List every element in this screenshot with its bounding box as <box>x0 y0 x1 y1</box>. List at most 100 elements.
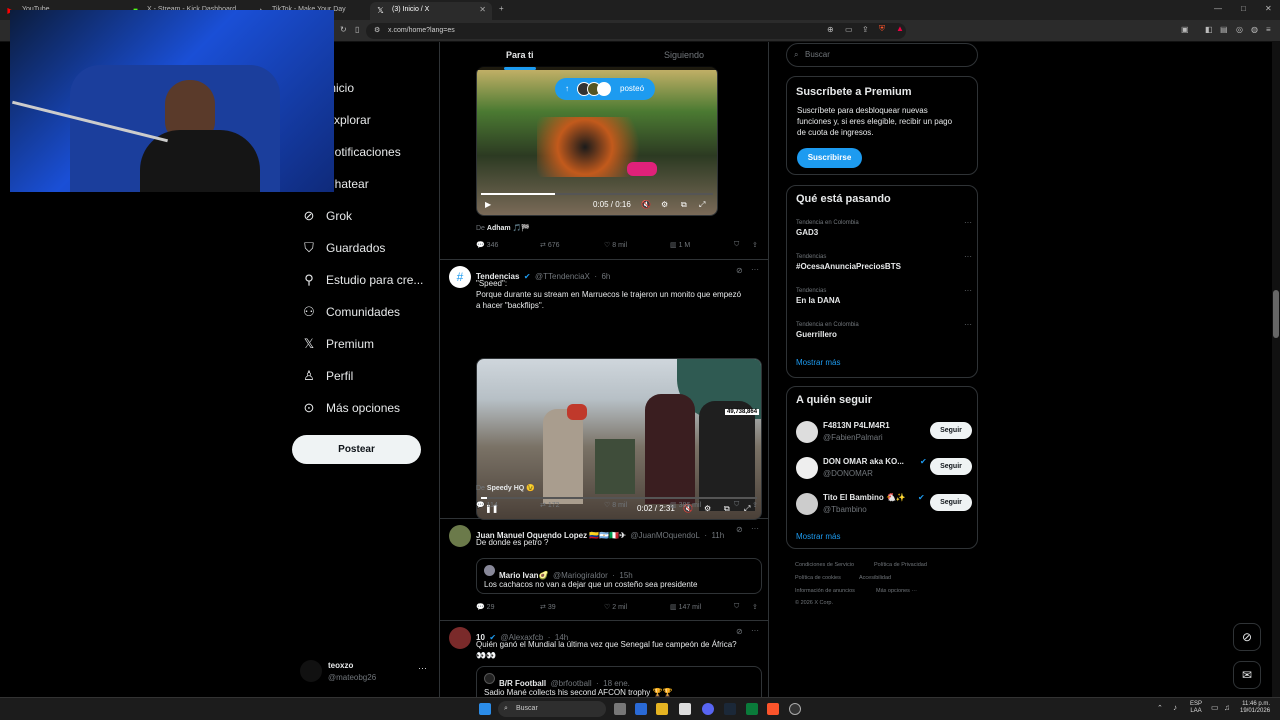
trend-item[interactable]: Tendencias #OcesaAnunciaPreciosBTS ··· <box>796 252 972 271</box>
file-explorer-icon[interactable] <box>656 703 668 715</box>
post-button[interactable]: Postear <box>292 435 421 464</box>
windows-start-icon[interactable] <box>479 703 491 715</box>
new-tab-icon[interactable]: + <box>499 4 504 13</box>
views-button[interactable]: ▥ 147 mil <box>670 603 701 611</box>
footer-link[interactable]: Política de Privacidad <box>874 562 927 568</box>
share-icon[interactable]: ⇪ <box>752 241 758 249</box>
nav-item-grok[interactable]: ⊘ Grok <box>300 206 352 226</box>
avatar[interactable]: # <box>449 266 471 288</box>
views-button[interactable]: ▥ 1 M <box>670 241 690 249</box>
brave-icon[interactable] <box>767 703 779 715</box>
brave-rewards-icon[interactable]: ▲ <box>896 24 904 33</box>
tray-chevron-icon[interactable]: ⌃ <box>1157 704 1163 712</box>
nav-item-profile[interactable]: ♙ Perfil <box>300 366 353 386</box>
tweet[interactable]: # Tendencias ✔ @TTendenciaX · 6h ⊘ ··· "… <box>440 260 768 520</box>
messages-float-button[interactable]: ✉ <box>1233 661 1261 689</box>
footer-link[interactable]: Condiciones de Servicio <box>795 562 854 568</box>
maximize-icon[interactable]: □ <box>1241 4 1246 13</box>
profile-icon[interactable]: ◍ <box>1251 25 1258 34</box>
mute-icon[interactable]: 🔇 <box>641 200 651 209</box>
mic-icon[interactable]: ♪ <box>1173 703 1177 712</box>
close-window-icon[interactable]: ✕ <box>1265 4 1272 13</box>
tweet-video[interactable]: 49,738,864 ❚❚ 0:02 / 2:31 🔇 ⚙ ⧉ ⤢ <box>476 358 762 520</box>
zoom-icon[interactable]: ⊕ <box>827 25 834 34</box>
site-info-icon[interactable]: ⚙ <box>374 23 380 39</box>
like-button[interactable]: ♡ 8 mil <box>604 241 627 249</box>
more-dots-icon[interactable]: ··· <box>751 265 759 274</box>
menu-icon[interactable]: ≡ <box>1266 25 1271 34</box>
new-posts-pill[interactable]: ↑ posteó <box>555 78 655 100</box>
grok-icon[interactable]: ⊘ <box>736 627 743 636</box>
follow-button[interactable]: Seguir <box>930 458 972 475</box>
bookmark-icon[interactable]: ⛉ <box>734 603 739 611</box>
bookmark-page-icon[interactable]: ▯ <box>355 25 359 34</box>
grok-icon[interactable]: ⊘ <box>736 266 743 275</box>
bookmark-icon[interactable]: ⛉ <box>734 241 739 249</box>
store-icon[interactable] <box>679 703 691 715</box>
reply-button[interactable]: 💬 114 <box>476 501 498 509</box>
cast-icon[interactable]: ▭ <box>845 25 853 34</box>
browser-tab-x-active[interactable]: 𝕏 (3) Inicio / X ✕ <box>370 2 492 20</box>
more-dots-icon[interactable]: ··· <box>964 218 972 227</box>
scrollbar-thumb[interactable] <box>1273 290 1279 338</box>
tweet[interactable]: 10 ✔ @Alexaxfcb · 14h ⊘ ··· Quién ganó e… <box>440 621 768 697</box>
footer-link[interactable]: Información de anuncios <box>795 588 855 594</box>
follow-suggestion[interactable]: Tito El Bambino 🐔✨ ✔ @Tbambino Seguir <box>796 491 972 519</box>
volume-icon[interactable]: ♫ <box>1224 703 1230 712</box>
views-button[interactable]: ▥ 386 mil <box>670 501 701 509</box>
reload-icon[interactable]: ↻ <box>340 25 347 34</box>
close-tab-icon[interactable]: ✕ <box>479 2 486 18</box>
nav-item-creator-studio[interactable]: ⚲ Estudio para cre... <box>300 270 423 290</box>
task-view-icon[interactable] <box>614 703 626 715</box>
follow-suggestion[interactable]: DON OMAR aka KO... ✔ @DONOMAR Seguir <box>796 455 972 483</box>
avatar[interactable] <box>449 525 471 547</box>
grok-float-button[interactable]: ⊘ <box>1233 623 1261 651</box>
nav-item-premium[interactable]: 𝕏 Premium <box>300 334 374 354</box>
fullscreen-icon[interactable]: ⤢ <box>699 200 705 210</box>
follow-suggestion[interactable]: F4813N P4LM4R1 @FabienPalmari Seguir <box>796 419 972 447</box>
quoted-tweet[interactable]: Mario Ivan🥑 @Mariogiraldor · 15h Los cac… <box>476 558 762 594</box>
more-dots-icon[interactable]: ··· <box>964 286 972 295</box>
account-switcher[interactable]: teoxzo @mateobg26 ··· <box>300 658 430 688</box>
obs-icon[interactable] <box>789 703 801 715</box>
show-more-follow[interactable]: Mostrar más <box>796 532 840 541</box>
reply-button[interactable]: 💬 29 <box>476 603 494 611</box>
steam-icon[interactable] <box>724 703 736 715</box>
show-more-trends[interactable]: Mostrar más <box>796 358 840 367</box>
discord-icon[interactable] <box>702 703 714 715</box>
footer-link[interactable]: Accesibilidad <box>859 575 891 581</box>
like-button[interactable]: ♡ 8 mil <box>604 501 627 509</box>
follow-button[interactable]: Seguir <box>930 494 972 511</box>
tab-for-you[interactable]: Para ti <box>506 50 534 60</box>
sidebar-toggle-icon[interactable]: ◧ <box>1205 25 1213 34</box>
share-icon[interactable]: ⇪ <box>752 501 758 509</box>
retweet-button[interactable]: ⇄ 676 <box>540 241 560 249</box>
like-button[interactable]: ♡ 2 mil <box>604 603 627 611</box>
vpn-icon[interactable]: ◎ <box>1236 25 1243 34</box>
video-source[interactable]: De Adham 🎵🏁 <box>476 224 530 232</box>
tweet[interactable]: Juan Manuel Oquendo Lopez 🇨🇴🇦🇷🇮🇹✈ @JuanM… <box>440 519 768 621</box>
video-progress[interactable] <box>481 193 713 195</box>
grok-icon[interactable]: ⊘ <box>736 525 743 534</box>
url-field[interactable]: ⚙ x.com/home?lang=es <box>366 23 906 39</box>
clock[interactable]: 11:46 p.m. 19/01/2026 <box>1240 701 1270 715</box>
trend-item[interactable]: Tendencia en Colombia GAD3 ··· <box>796 218 972 237</box>
pip-icon[interactable]: ⧉ <box>681 200 687 210</box>
search-input[interactable]: ⌕ Buscar <box>786 43 978 67</box>
more-dots-icon[interactable]: ··· <box>751 626 759 635</box>
trend-item[interactable]: Tendencias En la DANA ··· <box>796 286 972 305</box>
reply-button[interactable]: 💬 346 <box>476 241 498 249</box>
taskbar-search[interactable]: ⌕ Buscar <box>498 701 606 717</box>
author-handle[interactable]: @JuanMOquendoL <box>630 531 700 540</box>
brave-shield-icon[interactable]: ⛨ <box>879 24 885 34</box>
video-source[interactable]: De Speedy HQ 😉 <box>476 484 535 492</box>
xbox-icon[interactable] <box>746 703 758 715</box>
footer-link[interactable]: Más opciones ··· <box>876 588 917 594</box>
subscribe-button[interactable]: Suscribirse <box>797 148 862 168</box>
more-dots-icon[interactable]: ··· <box>964 252 972 261</box>
more-dots-icon[interactable]: ··· <box>751 524 759 533</box>
follow-button[interactable]: Seguir <box>930 422 972 439</box>
nav-item-communities[interactable]: ⚇ Comunidades <box>300 302 400 322</box>
footer-link[interactable]: Política de cookies <box>795 575 841 581</box>
copilot-icon[interactable] <box>635 703 647 715</box>
